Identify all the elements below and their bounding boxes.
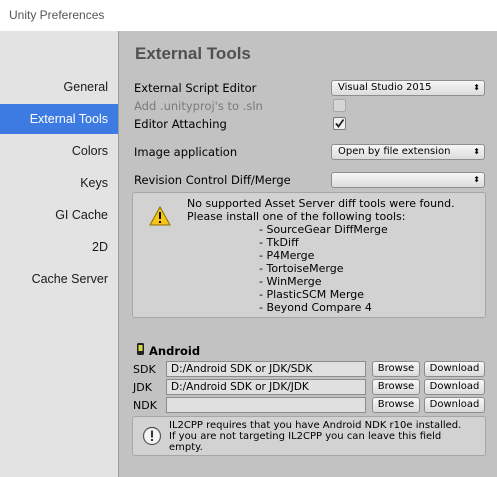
ndk-browse-button[interactable]: Browse — [372, 397, 420, 413]
sidebar-item-general[interactable]: General — [0, 72, 118, 102]
sidebar-item-keys[interactable]: Keys — [0, 168, 118, 198]
dropdown-arrow-icon: ⬍ — [473, 175, 480, 184]
tool-item: - P4Merge — [259, 249, 315, 262]
ndk-info-box: IL2CPP requires that you have Android ND… — [132, 416, 486, 456]
tool-item: - TkDiff — [259, 236, 299, 249]
image-application-value: Open by file extension — [338, 146, 451, 157]
jdk-download-button[interactable]: Download — [424, 379, 485, 395]
sdk-path-value: D:/Android SDK or JDK/SDK — [171, 363, 313, 375]
warning-icon — [149, 206, 171, 226]
dropdown-arrow-icon: ⬍ — [473, 147, 480, 156]
dropdown-arrow-icon: ⬍ — [473, 83, 480, 92]
image-application-dropdown[interactable]: Open by file extension ⬍ — [331, 144, 485, 160]
window-title: Unity Preferences — [9, 8, 105, 22]
external-script-editor-value: Visual Studio 2015 — [338, 82, 432, 93]
ndk-path-field[interactable] — [166, 397, 366, 413]
revision-control-dropdown[interactable]: ⬍ — [331, 172, 485, 188]
sidebar-item-2d[interactable]: 2D — [0, 232, 118, 262]
jdk-label: JDK — [133, 381, 152, 394]
sidebar-item-colors[interactable]: Colors — [0, 136, 118, 166]
editor-attaching-checkbox[interactable] — [333, 117, 346, 130]
sdk-label: SDK — [133, 363, 156, 376]
tool-item: - Beyond Compare 4 — [259, 301, 372, 314]
ndk-label: NDK — [133, 399, 157, 412]
jdk-path-value: D:/Android SDK or JDK/JDK — [171, 381, 309, 393]
warning-message: No supported Asset Server diff tools wer… — [187, 197, 455, 223]
settings-panel: External Tools External Script Editor Vi… — [119, 31, 497, 477]
page-title: External Tools — [135, 44, 251, 63]
info-icon — [142, 426, 162, 446]
sidebar-item-gi-cache[interactable]: GI Cache — [0, 200, 118, 230]
editor-attaching-label: Editor Attaching — [134, 117, 227, 131]
external-script-editor-dropdown[interactable]: Visual Studio 2015 ⬍ — [331, 80, 485, 96]
sdk-browse-button[interactable]: Browse — [372, 361, 420, 377]
tool-item: - PlasticSCM Merge — [259, 288, 365, 301]
android-icon — [137, 343, 144, 355]
sdk-path-field[interactable]: D:/Android SDK or JDK/SDK — [166, 361, 366, 377]
tool-item: - TortoiseMerge — [259, 262, 344, 275]
sidebar-item-external-tools[interactable]: External Tools — [0, 104, 118, 134]
image-application-label: Image application — [134, 145, 238, 159]
external-script-editor-label: External Script Editor — [134, 81, 257, 95]
revision-control-label: Revision Control Diff/Merge — [134, 173, 291, 187]
warning-box: No supported Asset Server diff tools wer… — [132, 192, 486, 318]
jdk-browse-button[interactable]: Browse — [372, 379, 420, 395]
sidebar-item-cache-server[interactable]: Cache Server — [0, 264, 118, 294]
tool-item: - SourceGear DiffMerge — [259, 223, 388, 236]
ndk-info-text: IL2CPP requires that you have Android ND… — [169, 420, 462, 453]
checkmark-icon — [335, 118, 345, 128]
sdk-download-button[interactable]: Download — [424, 361, 485, 377]
ndk-download-button[interactable]: Download — [424, 397, 485, 413]
jdk-path-field[interactable]: D:/Android SDK or JDK/JDK — [166, 379, 366, 395]
android-section-title: Android — [149, 344, 201, 358]
add-unityproj-checkbox[interactable] — [333, 99, 346, 112]
sidebar: General External Tools Colors Keys GI Ca… — [0, 31, 119, 477]
add-unityproj-label: Add .unityproj's to .sln — [134, 99, 263, 113]
title-bar: Unity Preferences — [0, 0, 497, 31]
tool-item: - WinMerge — [259, 275, 322, 288]
